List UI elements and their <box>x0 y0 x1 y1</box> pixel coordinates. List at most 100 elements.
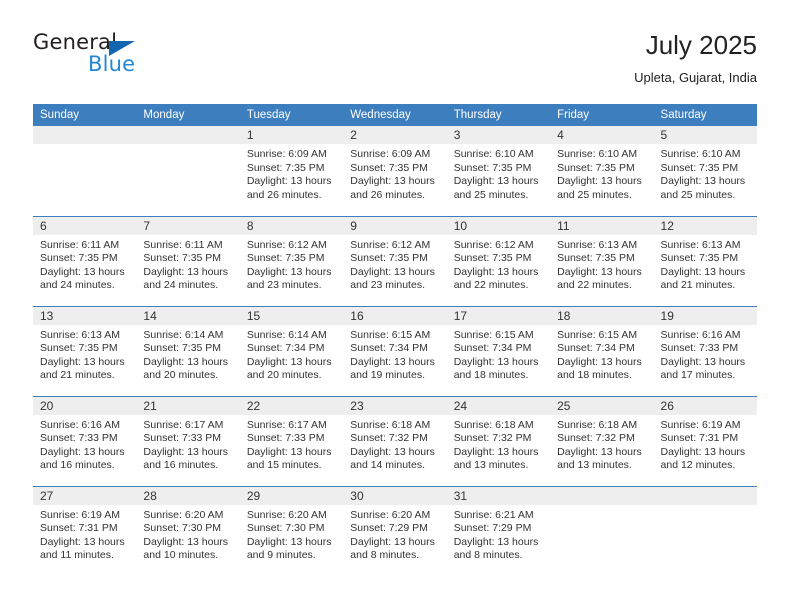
calendar-day-cell[interactable]: 31 Sunrise: 6:21 AM Sunset: 7:29 PM Dayligh… <box>446 485 551 576</box>
sunrise-text: Sunrise: 6:14 AM <box>246 328 327 341</box>
calendar-day-number: 31 <box>446 486 551 505</box>
daylight-text: Daylight: 13 hours and 13 minutes. <box>453 445 539 472</box>
calendar-day-cell-empty <box>653 485 757 576</box>
calendar-day-cell[interactable]: 20 Sunrise: 6:16 AM Sunset: 7:33 PM Dayligh… <box>33 395 137 486</box>
sunset-text: Sunset: 7:34 PM <box>246 342 325 355</box>
logo-text-blue: Blue <box>88 52 136 76</box>
calendar-day-cell[interactable]: 12 Sunrise: 6:13 AM Sunset: 7:35 PM Dayligh… <box>653 215 757 306</box>
calendar-day-cell[interactable]: 22 Sunrise: 6:17 AM Sunset: 7:33 PM Dayligh… <box>239 395 344 486</box>
daylight-text: Daylight: 13 hours and 19 minutes. <box>350 355 435 382</box>
daylight-text: Daylight: 13 hours and 23 minutes. <box>350 265 435 292</box>
daylight-text: Daylight: 13 hours and 13 minutes. <box>557 445 642 472</box>
calendar-day-details: Sunrise: 6:13 AM Sunset: 7:35 PM Daylight:… <box>550 235 653 293</box>
calendar-day-cell[interactable]: 15 Sunrise: 6:14 AM Sunset: 7:34 PM Dayligh… <box>239 305 344 396</box>
sunset-text: Sunset: 7:29 PM <box>453 522 532 535</box>
calendar-day-details: Sunrise: 6:17 AM Sunset: 7:33 PM Daylight:… <box>240 415 343 473</box>
calendar-day-details: Sunrise: 6:09 AM Sunset: 7:35 PM Daylight:… <box>343 144 446 202</box>
calendar-day-number: 28 <box>136 486 240 505</box>
sunrise-text: Sunrise: 6:18 AM <box>557 418 638 431</box>
sunset-text: Sunset: 7:32 PM <box>350 432 428 445</box>
calendar-day-cell[interactable]: 29 Sunrise: 6:20 AM Sunset: 7:30 PM Dayligh… <box>239 485 344 576</box>
sunrise-text: Sunrise: 6:15 AM <box>453 328 534 341</box>
calendar-day-cell[interactable]: 18 Sunrise: 6:15 AM Sunset: 7:34 PM Dayligh… <box>550 305 654 396</box>
calendar-day-cell[interactable]: 1 Sunrise: 6:09 AM Sunset: 7:35 PM Daylight… <box>239 126 344 216</box>
page-header: General Blue July 2025 Upleta, Gujarat, … <box>33 30 757 92</box>
calendar-day-cell[interactable]: 24 Sunrise: 6:18 AM Sunset: 7:32 PM Dayligh… <box>446 395 551 486</box>
calendar-day-details: Sunrise: 6:16 AM Sunset: 7:33 PM Daylight:… <box>33 415 136 473</box>
calendar-day-number: 4 <box>550 126 654 144</box>
calendar-day-cell[interactable]: 3 Sunrise: 6:10 AM Sunset: 7:35 PM Daylight… <box>446 126 551 216</box>
calendar-day-cell[interactable]: 25 Sunrise: 6:18 AM Sunset: 7:32 PM Dayligh… <box>550 395 654 486</box>
calendar-day-cell[interactable]: 5 Sunrise: 6:10 AM Sunset: 7:35 PM Daylight… <box>653 126 757 216</box>
daylight-text: Daylight: 13 hours and 21 minutes. <box>660 265 746 292</box>
logo-text-general: General <box>33 30 118 54</box>
calendar-day-details: Sunrise: 6:20 AM Sunset: 7:29 PM Daylight:… <box>343 505 446 563</box>
calendar-day-cell[interactable]: 17 Sunrise: 6:15 AM Sunset: 7:34 PM Dayligh… <box>446 305 551 396</box>
daylight-text: Daylight: 13 hours and 22 minutes. <box>557 265 642 292</box>
calendar-body: 1 Sunrise: 6:09 AM Sunset: 7:35 PM Daylight… <box>33 126 757 576</box>
calendar-day-details: Sunrise: 6:10 AM Sunset: 7:35 PM Daylight:… <box>447 144 550 202</box>
calendar-day-cell[interactable]: 19 Sunrise: 6:16 AM Sunset: 7:33 PM Dayligh… <box>653 305 757 396</box>
calendar-day-cell[interactable]: 6 Sunrise: 6:11 AM Sunset: 7:35 PM Daylight… <box>33 215 137 306</box>
daylight-text: Daylight: 13 hours and 20 minutes. <box>143 355 229 382</box>
sunrise-text: Sunrise: 6:10 AM <box>557 148 638 160</box>
calendar-day-cell[interactable]: 11 Sunrise: 6:13 AM Sunset: 7:35 PM Dayligh… <box>550 215 654 306</box>
calendar-day-number: 27 <box>33 486 137 505</box>
daylight-text: Daylight: 13 hours and 8 minutes. <box>350 535 435 562</box>
calendar-day-cell[interactable]: 16 Sunrise: 6:15 AM Sunset: 7:34 PM Dayligh… <box>343 305 447 396</box>
calendar-day-cell[interactable]: 10 Sunrise: 6:12 AM Sunset: 7:35 PM Dayligh… <box>446 215 551 306</box>
calendar-day-details: Sunrise: 6:20 AM Sunset: 7:30 PM Daylight:… <box>136 505 239 563</box>
sunrise-text: Sunrise: 6:10 AM <box>453 148 534 160</box>
calendar-day-cell[interactable]: 21 Sunrise: 6:17 AM Sunset: 7:33 PM Dayligh… <box>136 395 240 486</box>
sunrise-text: Sunrise: 6:15 AM <box>350 328 431 341</box>
calendar-day-number: 6 <box>33 216 137 235</box>
calendar-day-number: 7 <box>136 216 240 235</box>
calendar-day-cell[interactable]: 27 Sunrise: 6:19 AM Sunset: 7:31 PM Dayligh… <box>33 485 137 576</box>
calendar-day-details: Sunrise: 6:12 AM Sunset: 7:35 PM Daylight:… <box>343 235 446 293</box>
sunrise-text: Sunrise: 6:12 AM <box>246 238 327 251</box>
calendar-day-details: Sunrise: 6:12 AM Sunset: 7:35 PM Daylight:… <box>240 235 343 293</box>
sunset-text: Sunset: 7:34 PM <box>557 342 635 355</box>
calendar-day-cell[interactable]: 13 Sunrise: 6:13 AM Sunset: 7:35 PM Dayligh… <box>33 305 137 396</box>
sunrise-text: Sunrise: 6:11 AM <box>143 238 223 251</box>
calendar-day-details: Sunrise: 6:19 AM Sunset: 7:31 PM Daylight:… <box>33 505 136 563</box>
sunrise-text: Sunrise: 6:18 AM <box>453 418 534 431</box>
general-blue-logo[interactable]: General Blue <box>33 30 233 88</box>
calendar-day-cell[interactable]: 9 Sunrise: 6:12 AM Sunset: 7:35 PM Daylight… <box>343 215 447 306</box>
sunrise-text: Sunrise: 6:12 AM <box>453 238 534 251</box>
calendar-week-row: 20 Sunrise: 6:16 AM Sunset: 7:33 PM Dayligh… <box>33 395 757 486</box>
calendar-day-cell[interactable]: 28 Sunrise: 6:20 AM Sunset: 7:30 PM Dayligh… <box>136 485 240 576</box>
calendar-day-number: 15 <box>239 306 344 325</box>
calendar-day-cell[interactable]: 7 Sunrise: 6:11 AM Sunset: 7:35 PM Daylight… <box>136 215 240 306</box>
calendar-table: Sunday Monday Tuesday Wednesday Thursday… <box>33 104 757 576</box>
sunrise-text: Sunrise: 6:11 AM <box>40 238 120 251</box>
sunset-text: Sunset: 7:35 PM <box>143 342 222 355</box>
daylight-text: Daylight: 13 hours and 14 minutes. <box>350 445 435 472</box>
calendar-day-cell[interactable]: 30 Sunrise: 6:20 AM Sunset: 7:29 PM Dayligh… <box>343 485 447 576</box>
calendar-day-number: 21 <box>136 396 240 415</box>
page-subtitle: Upleta, Gujarat, India <box>634 70 757 85</box>
weekday-header-sunday: Sunday <box>33 104 137 126</box>
sunrise-text: Sunrise: 6:16 AM <box>40 418 120 431</box>
sunset-text: Sunset: 7:29 PM <box>350 522 428 535</box>
weekday-header-wednesday: Wednesday <box>343 104 447 126</box>
calendar-day-cell[interactable]: 8 Sunrise: 6:12 AM Sunset: 7:35 PM Daylight… <box>239 215 344 306</box>
sunrise-text: Sunrise: 6:09 AM <box>350 148 431 160</box>
calendar-day-number: 2 <box>343 126 447 144</box>
sunset-text: Sunset: 7:35 PM <box>40 342 118 355</box>
calendar-day-cell[interactable]: 14 Sunrise: 6:14 AM Sunset: 7:35 PM Dayligh… <box>136 305 240 396</box>
daylight-text: Daylight: 13 hours and 21 minutes. <box>40 355 125 382</box>
daylight-text: Daylight: 13 hours and 16 minutes. <box>40 445 125 472</box>
calendar-day-cell[interactable]: 2 Sunrise: 6:09 AM Sunset: 7:35 PM Daylight… <box>343 126 447 216</box>
calendar-day-cell-empty <box>550 485 654 576</box>
calendar-week-row: 13 Sunrise: 6:13 AM Sunset: 7:35 PM Dayligh… <box>33 305 757 396</box>
daylight-text: Daylight: 13 hours and 20 minutes. <box>246 355 332 382</box>
weekday-header-row: Sunday Monday Tuesday Wednesday Thursday… <box>33 104 757 126</box>
calendar-day-cell[interactable]: 4 Sunrise: 6:10 AM Sunset: 7:35 PM Daylight… <box>550 126 654 216</box>
calendar-day-number: 22 <box>239 396 344 415</box>
weekday-header-saturday: Saturday <box>653 104 757 126</box>
calendar-grid: Sunday Monday Tuesday Wednesday Thursday… <box>33 104 757 576</box>
calendar-day-cell[interactable]: 23 Sunrise: 6:18 AM Sunset: 7:32 PM Dayligh… <box>343 395 447 486</box>
weekday-header-thursday: Thursday <box>446 104 551 126</box>
calendar-day-cell[interactable]: 26 Sunrise: 6:19 AM Sunset: 7:31 PM Dayligh… <box>653 395 757 486</box>
